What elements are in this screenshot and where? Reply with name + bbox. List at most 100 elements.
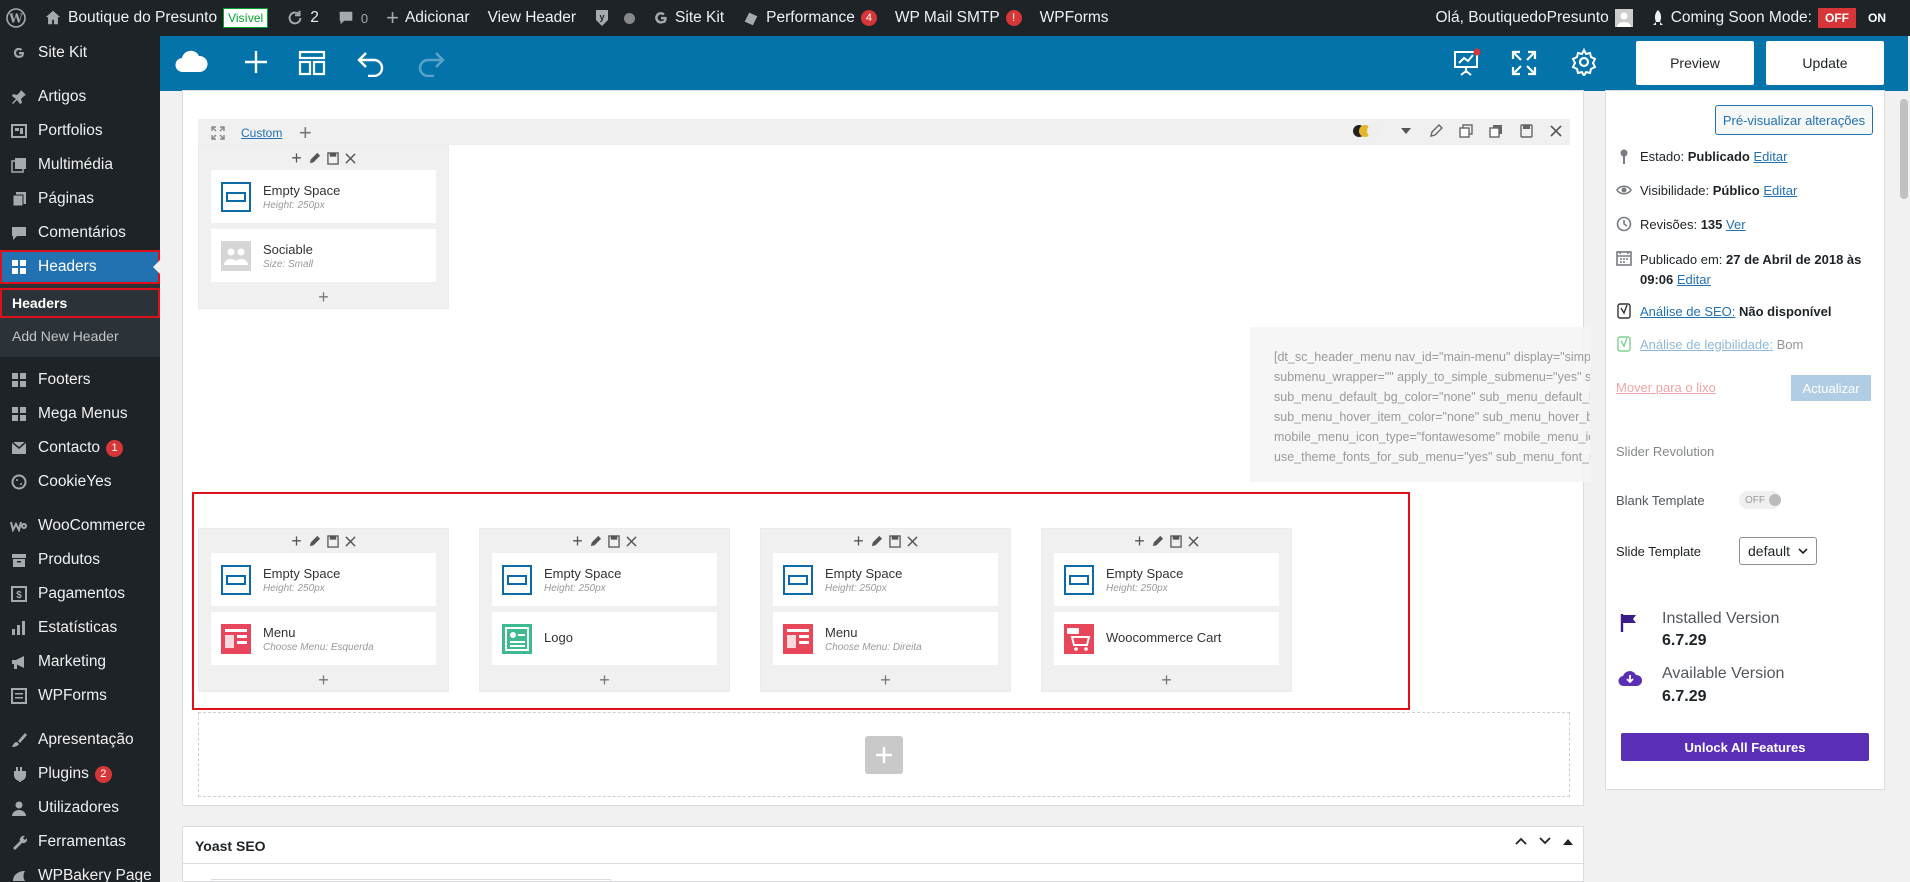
- element-menu[interactable]: Menu Choose Menu: Esquerda: [211, 612, 436, 665]
- account-menu[interactable]: Olá, BoutiquedoPresunto: [1426, 0, 1641, 36]
- edit-column-icon[interactable]: [1151, 535, 1164, 548]
- updates-link[interactable]: 2: [277, 0, 328, 36]
- blank-template-toggle[interactable]: OFF: [1739, 491, 1781, 509]
- sidebar-item-utilizadores[interactable]: Utilizadores: [0, 791, 160, 825]
- sidebar-item-apresentacao[interactable]: Apresentação: [0, 723, 160, 757]
- move-row-icon[interactable]: [205, 122, 231, 144]
- row-color-swatch[interactable]: [1353, 124, 1381, 138]
- add-element-bottom-icon[interactable]: +: [199, 669, 448, 691]
- coming-soon-toggle[interactable]: Coming Soon Mode: OFF ON: [1642, 0, 1910, 36]
- edit-column-icon[interactable]: [589, 535, 602, 548]
- page-scrollbar[interactable]: [1898, 91, 1910, 882]
- sidebar-item-headers[interactable]: Headers: [0, 250, 161, 284]
- sidebar-item-portfolios[interactable]: Portfolios: [0, 114, 160, 148]
- element-menu[interactable]: Menu Choose Menu: Direita: [773, 612, 998, 665]
- delete-column-icon[interactable]: [907, 535, 918, 547]
- add-element-bottom-icon[interactable]: +: [1042, 669, 1291, 691]
- sidebar-item-produtos[interactable]: Produtos: [0, 543, 160, 577]
- delete-column-icon[interactable]: [1188, 535, 1199, 547]
- row-layout-link[interactable]: Custom: [241, 126, 282, 140]
- add-column-icon[interactable]: +: [292, 120, 318, 145]
- seo-analysis-link[interactable]: Análise de SEO:: [1640, 304, 1735, 319]
- element-empty-space[interactable]: Empty Space Height: 250px: [1054, 553, 1279, 606]
- save-column-icon[interactable]: [608, 534, 620, 548]
- sidebar-item-comentarios[interactable]: Comentários: [0, 216, 160, 250]
- delete-row-icon[interactable]: [1543, 120, 1569, 142]
- add-row-button[interactable]: [865, 735, 903, 774]
- sidebar-item-wpbakery[interactable]: WPBakery Page: [0, 859, 160, 882]
- sidebar-item-multimedia[interactable]: Multimédia: [0, 148, 160, 182]
- edit-column-icon[interactable]: [308, 152, 321, 165]
- element-woocommerce-cart[interactable]: Woocommerce Cart: [1054, 612, 1279, 665]
- performance-link[interactable]: Performance 4: [733, 0, 886, 36]
- seo-presentation-icon[interactable]: [1452, 47, 1482, 77]
- slide-template-select[interactable]: default: [1739, 537, 1817, 565]
- element-logo[interactable]: Logo: [492, 612, 717, 665]
- view-header-link[interactable]: View Header: [479, 0, 585, 36]
- row-dropdown-icon[interactable]: [1393, 120, 1419, 142]
- submenu-add-new-header[interactable]: Add New Header: [0, 321, 160, 351]
- save-row-icon[interactable]: [1513, 120, 1539, 142]
- edit-visibility-link[interactable]: Editar: [1763, 183, 1797, 198]
- sidebar-item-woocommerce[interactable]: WooCommerce: [0, 509, 160, 543]
- edit-column-icon[interactable]: [870, 535, 883, 548]
- sidebar-item-plugins[interactable]: Plugins 2: [0, 757, 160, 791]
- sidebar-item-ferramentas[interactable]: Ferramentas: [0, 825, 160, 859]
- sidebar-item-artigos[interactable]: Artigos: [0, 80, 160, 114]
- edit-status-link[interactable]: Editar: [1753, 149, 1787, 164]
- new-content-link[interactable]: + Adicionar: [377, 0, 478, 36]
- add-element-bottom-icon[interactable]: +: [199, 286, 448, 308]
- move-to-trash-link[interactable]: Mover para o lixo: [1616, 380, 1716, 395]
- delete-column-icon[interactable]: [345, 152, 356, 164]
- element-empty-space[interactable]: Empty Space Height: 250px: [211, 553, 436, 606]
- delete-column-icon[interactable]: [345, 535, 356, 547]
- sidebar-item-pagamentos[interactable]: $ Pagamentos: [0, 577, 160, 611]
- cloud-logo-icon[interactable]: [174, 48, 208, 76]
- submenu-headers[interactable]: Headers: [0, 288, 160, 318]
- add-element-icon[interactable]: +: [291, 148, 302, 169]
- chevron-up-icon[interactable]: [1515, 837, 1527, 845]
- element-empty-space[interactable]: Empty Space Height: 250px: [773, 553, 998, 606]
- add-element-bottom-icon[interactable]: +: [480, 669, 729, 691]
- save-column-icon[interactable]: [889, 534, 901, 548]
- save-column-icon[interactable]: [327, 534, 339, 548]
- add-element-bottom-icon[interactable]: +: [761, 669, 1010, 691]
- update-button[interactable]: Update: [1766, 41, 1884, 85]
- edit-column-icon[interactable]: [308, 535, 321, 548]
- redo-icon[interactable]: [416, 49, 446, 77]
- undo-icon[interactable]: [356, 49, 386, 77]
- see-revisions-link[interactable]: Ver: [1726, 217, 1746, 232]
- site-kit-link[interactable]: Site Kit: [644, 0, 733, 36]
- sidebar-item-estatisticas[interactable]: Estatísticas: [0, 611, 160, 645]
- sidebar-item-marketing[interactable]: Marketing: [0, 645, 160, 679]
- add-element-icon[interactable]: [242, 48, 270, 76]
- sidebar-item-mega-menus[interactable]: Mega Menus: [0, 397, 160, 431]
- wpforms-link[interactable]: WPForms: [1031, 0, 1118, 36]
- save-column-icon[interactable]: [327, 151, 339, 165]
- update-ghost-button[interactable]: Actualizar: [1791, 375, 1871, 401]
- templates-icon[interactable]: [298, 50, 326, 76]
- readability-link[interactable]: Análise de legibilidade:: [1640, 337, 1773, 352]
- site-name-link[interactable]: Boutique do Presunto Visível: [35, 0, 277, 36]
- preview-button[interactable]: Preview: [1636, 41, 1754, 85]
- edit-row-icon[interactable]: [1423, 120, 1449, 142]
- add-element-icon[interactable]: +: [572, 531, 583, 552]
- sidebar-item-footers[interactable]: Footers: [0, 363, 160, 397]
- settings-gear-icon[interactable]: [1570, 48, 1598, 76]
- element-empty-space[interactable]: Empty Space Height: 250px: [492, 553, 717, 606]
- smtp-link[interactable]: WP Mail SMTP !: [886, 0, 1031, 36]
- wordpress-logo[interactable]: W: [0, 0, 35, 36]
- add-element-icon[interactable]: +: [853, 531, 864, 552]
- clone-row-icon[interactable]: [1483, 120, 1509, 142]
- copy-row-icon[interactable]: [1453, 120, 1479, 142]
- unlock-all-features-button[interactable]: Unlock All Features: [1621, 733, 1869, 761]
- delete-column-icon[interactable]: [626, 535, 637, 547]
- save-column-icon[interactable]: [1170, 534, 1182, 548]
- chevron-down-icon[interactable]: [1539, 837, 1551, 845]
- preview-changes-button[interactable]: Pré-visualizar alterações: [1715, 105, 1873, 135]
- sidebar-item-site-kit[interactable]: Site Kit: [0, 36, 160, 70]
- sidebar-item-paginas[interactable]: Páginas: [0, 182, 160, 216]
- sidebar-item-cookieyes[interactable]: CookieYes: [0, 465, 160, 499]
- comments-link[interactable]: 0: [328, 0, 377, 36]
- element-sociable[interactable]: Sociable Size: Small: [211, 229, 436, 282]
